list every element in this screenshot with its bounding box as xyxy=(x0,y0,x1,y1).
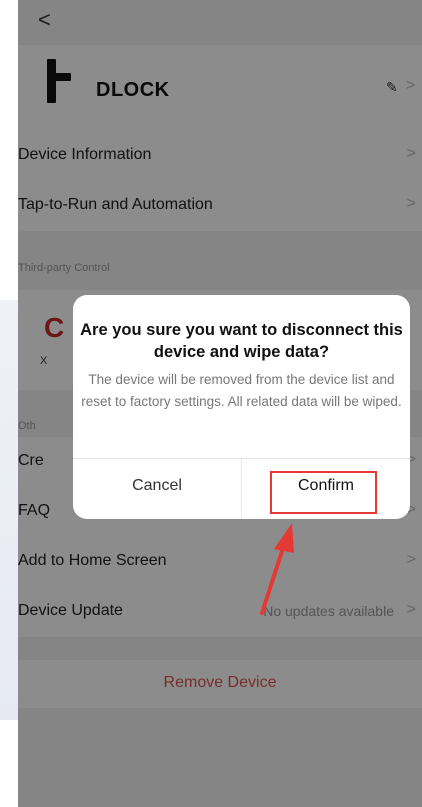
background-decoration xyxy=(0,300,18,720)
confirm-highlight-box xyxy=(270,471,377,514)
device-settings-screen: < DLOCK ✎ > Device Information > Tap-to-… xyxy=(18,0,422,807)
dialog-title: Are you sure you want to disconnect this… xyxy=(80,321,403,361)
cancel-button[interactable]: Cancel xyxy=(73,458,241,519)
dialog-message: The device will be removed from the devi… xyxy=(81,372,402,409)
pointer-arrow-icon xyxy=(260,523,294,615)
background-strip xyxy=(0,0,18,807)
